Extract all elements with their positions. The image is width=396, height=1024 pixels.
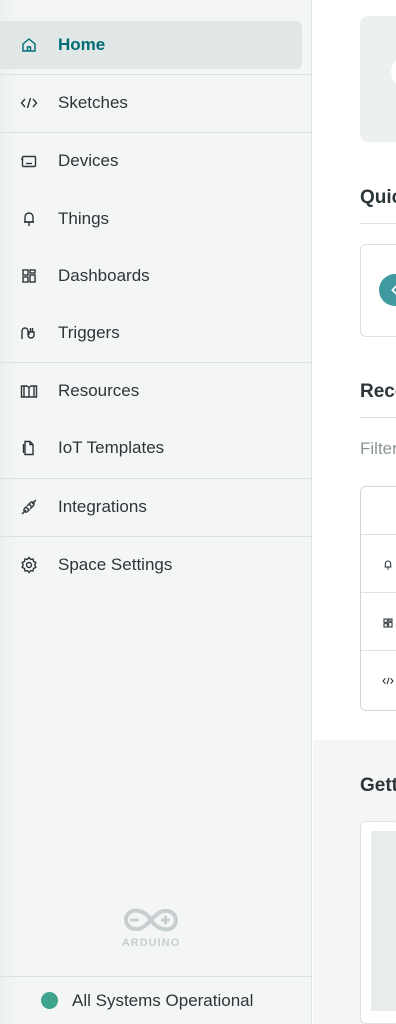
- sidebar-item-things[interactable]: Things: [0, 195, 302, 243]
- sidebar-item-dashboards[interactable]: Dashboards: [0, 252, 302, 300]
- sidebar-item-devices[interactable]: Devices: [0, 137, 302, 185]
- sidebar-item-integrations[interactable]: Integrations: [0, 483, 302, 531]
- getting-started-image: [371, 831, 396, 1011]
- divider: [0, 536, 311, 537]
- divider: [0, 132, 311, 133]
- device-icon: [20, 152, 38, 170]
- plug-icon: [20, 498, 38, 516]
- quick-actions-title: Quic: [360, 187, 396, 208]
- table-row[interactable]: [361, 650, 396, 708]
- sidebar: Home Sketches Devices Things Dashboards …: [0, 0, 312, 1024]
- sidebar-item-label: Things: [58, 209, 110, 228]
- table-row[interactable]: [361, 592, 396, 650]
- sidebar-item-triggers[interactable]: Triggers: [0, 309, 302, 357]
- gear-icon: [20, 556, 38, 574]
- recent-table: [360, 486, 396, 711]
- status-dot: [41, 992, 58, 1009]
- code-icon: [382, 674, 394, 686]
- thing-icon: [20, 210, 38, 228]
- getting-started-title: Gett: [360, 775, 396, 796]
- divider: [360, 223, 396, 224]
- logo-text: ARDUINO: [121, 937, 181, 949]
- template-icon: [20, 439, 38, 457]
- dashboard-icon: [20, 267, 38, 285]
- home-icon: [20, 36, 38, 54]
- divider: [0, 478, 311, 479]
- recent-title: Rece: [360, 381, 396, 402]
- sidebar-item-resources[interactable]: Resources: [0, 367, 302, 415]
- sidebar-item-label: IoT Templates: [58, 438, 165, 457]
- status-label: All Systems Operational: [72, 990, 254, 1010]
- sidebar-item-label: Resources: [58, 381, 140, 400]
- sidebar-item-label: Integrations: [58, 497, 147, 516]
- sidebar-item-space-settings[interactable]: Space Settings: [0, 541, 302, 589]
- code-icon: [20, 94, 38, 112]
- sidebar-item-sketches[interactable]: Sketches: [0, 79, 302, 127]
- sidebar-item-home[interactable]: Home: [0, 21, 302, 69]
- sidebar-item-label: Devices: [58, 151, 119, 170]
- book-icon: [20, 382, 38, 400]
- system-status[interactable]: All Systems Operational: [0, 976, 311, 1024]
- dashboard-icon: [382, 616, 394, 628]
- divider: [0, 74, 311, 75]
- trigger-icon: [20, 324, 38, 342]
- hero-card: [360, 16, 396, 142]
- main-content: Quic Rece Filter Gett: [313, 0, 396, 1024]
- sidebar-item-label: Space Settings: [58, 555, 173, 574]
- sidebar-item-iot-templates[interactable]: IoT Templates: [0, 424, 302, 472]
- filter-input[interactable]: Filter: [360, 439, 396, 459]
- sidebar-item-label: Dashboards: [58, 266, 150, 285]
- arduino-logo: ARDUINO: [118, 904, 184, 954]
- sidebar-item-label: Sketches: [58, 93, 128, 112]
- thing-icon: [382, 558, 394, 570]
- sidebar-item-label: Triggers: [58, 323, 120, 342]
- table-row[interactable]: [361, 534, 396, 592]
- sidebar-item-label: Home: [58, 35, 106, 54]
- divider: [0, 362, 311, 363]
- divider: [360, 417, 396, 418]
